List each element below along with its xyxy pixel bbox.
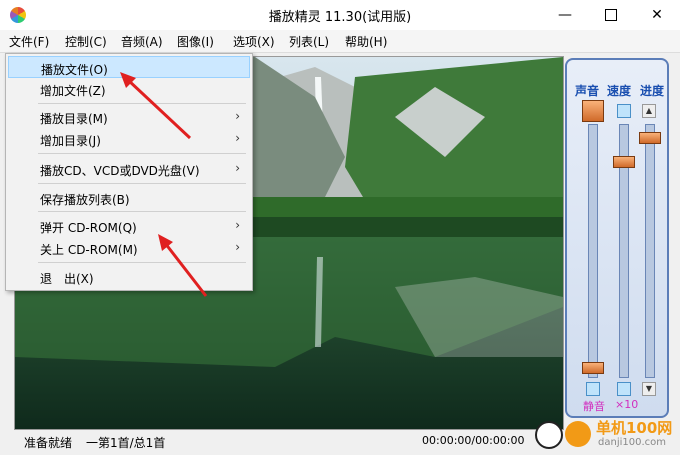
watermark-logo-icon (565, 421, 591, 447)
volume-slider-thumb[interactable] (582, 100, 604, 122)
menu-item-eject-cdrom[interactable]: 弹开 CD-ROM(Q) › (8, 215, 250, 237)
menu-list[interactable]: 列表(L) (286, 33, 332, 50)
speed-slider-thumb[interactable] (613, 156, 635, 168)
control-panel: 声音 速度 进度 ▲ ▼ 静音 ×10 (565, 58, 669, 418)
chevron-right-icon: › (235, 109, 240, 123)
file-dropdown-menu: 播放文件(O) 增加文件(Z) 播放目录(M) › 增加目录(J) › 播放CD… (5, 53, 253, 291)
mute-button[interactable] (586, 382, 600, 396)
watermark-subtext: danji100.com (598, 437, 666, 448)
chevron-right-icon: › (235, 131, 240, 145)
maximize-button[interactable] (588, 0, 634, 30)
speed-reset-button[interactable] (617, 382, 631, 396)
menu-item-label: 退 出(X) (40, 272, 94, 286)
menu-image[interactable]: 图像(I) (174, 33, 217, 50)
progress-slider-thumb[interactable] (639, 132, 661, 144)
maximize-icon (605, 9, 617, 21)
close-button[interactable]: ✕ (634, 0, 680, 30)
menu-item-play-disc[interactable]: 播放CD、VCD或DVD光盘(V) › (8, 158, 250, 180)
menu-item-close-cdrom[interactable]: 关上 CD-ROM(M) › (8, 237, 250, 259)
menu-control[interactable]: 控制(C) (62, 33, 110, 50)
menu-item-save-playlist[interactable]: 保存播放列表(B) (8, 187, 250, 209)
menu-separator (38, 211, 246, 212)
menu-item-play-folder[interactable]: 播放目录(M) › (8, 106, 250, 128)
progress-slider-track[interactable] (645, 124, 655, 378)
chevron-right-icon: › (235, 240, 240, 254)
speed-label: 速度 (607, 84, 632, 98)
menu-separator (38, 262, 246, 263)
menu-item-play-file[interactable]: 播放文件(O) (8, 56, 250, 78)
mute-label: 静音 (583, 400, 605, 413)
menu-item-label: 播放目录(M) (40, 112, 108, 126)
volume-label: 声音 (575, 84, 600, 98)
title-bar: 播放精灵 11.30(试用版) — ✕ (0, 0, 680, 30)
menu-separator (38, 183, 246, 184)
arrow-down-icon: ▼ (645, 384, 653, 393)
app-window: 播放精灵 11.30(试用版) — ✕ 文件(F) 控制(C) 音频(A) 图像… (0, 0, 680, 455)
chevron-right-icon: › (235, 218, 240, 232)
watermark: 单机100网 danji100.com (530, 413, 680, 455)
menu-item-exit[interactable]: 退 出(X) (8, 266, 250, 288)
menu-bar: 文件(F) 控制(C) 音频(A) 图像(I) 选项(X) 列表(L) 帮助(H… (0, 30, 680, 53)
status-time: 00:00:00/00:00:00 (422, 434, 525, 447)
progress-label: 进度 (640, 84, 665, 98)
volume-slider-track[interactable] (588, 124, 598, 378)
volume-low-marker[interactable] (582, 362, 604, 374)
menu-audio[interactable]: 音频(A) (118, 33, 166, 50)
menu-item-label: 弹开 CD-ROM(Q) (40, 221, 137, 235)
menu-item-label: 保存播放列表(B) (40, 193, 130, 207)
minimize-button[interactable]: — (542, 0, 588, 30)
menu-item-add-folder[interactable]: 增加目录(J) › (8, 128, 250, 150)
minimize-icon: — (558, 7, 572, 23)
status-state: 准备就绪 (24, 436, 73, 450)
arrow-up-icon: ▲ (645, 106, 653, 115)
watermark-plus-icon (535, 421, 563, 449)
menu-item-label: 播放文件(O) (41, 63, 108, 77)
menu-item-add-file[interactable]: 增加文件(Z) (8, 78, 250, 100)
progress-up-button[interactable]: ▲ (642, 104, 656, 118)
menu-options[interactable]: 选项(X) (230, 33, 278, 50)
status-track-info: 一第1首/总1首 (86, 436, 166, 450)
menu-help[interactable]: 帮助(H) (342, 33, 390, 50)
menu-item-label: 关上 CD-ROM(M) (40, 243, 138, 257)
menu-item-label: 播放CD、VCD或DVD光盘(V) (40, 164, 200, 178)
progress-down-button[interactable]: ▼ (642, 382, 656, 396)
menu-separator (38, 153, 246, 154)
speed-multiplier-label: ×10 (615, 398, 639, 411)
watermark-text: 单机100网 (596, 419, 673, 437)
menu-file[interactable]: 文件(F) (6, 33, 52, 50)
chevron-right-icon: › (235, 161, 240, 175)
menu-separator (38, 103, 246, 104)
speed-top-button[interactable] (617, 104, 631, 118)
close-icon: ✕ (651, 7, 663, 23)
menu-item-label: 增加文件(Z) (40, 84, 106, 98)
menu-item-label: 增加目录(J) (40, 134, 101, 148)
